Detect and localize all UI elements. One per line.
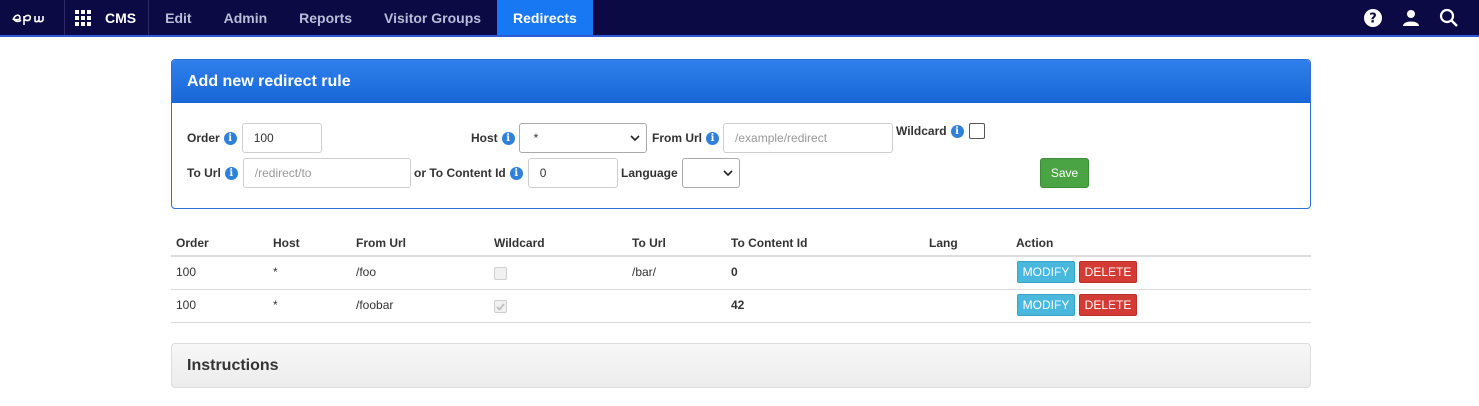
- to-url-info-icon[interactable]: i: [224, 166, 238, 180]
- host-select[interactable]: *: [518, 123, 647, 153]
- to-content-label: or To Content Id: [414, 166, 506, 180]
- header-to-content-id: To Content Id: [731, 236, 808, 250]
- header-host: Host: [273, 236, 300, 250]
- instructions-title: Instructions: [187, 356, 279, 374]
- episerver-logo[interactable]: [0, 0, 65, 35]
- wildcard-checkbox-disabled: [494, 267, 507, 280]
- header-wildcard: Wildcard: [494, 236, 545, 250]
- wildcard-checkbox-checked-disabled: [494, 300, 507, 313]
- cell-from-url: /foo: [356, 265, 377, 279]
- header-action: Action: [1016, 236, 1054, 250]
- cms-label: CMS: [105, 9, 137, 26]
- cell-action: MODIFY DELETE: [1017, 290, 1137, 322]
- modify-button[interactable]: MODIFY: [1017, 261, 1075, 283]
- cell-order: 100: [176, 298, 197, 312]
- wildcard-checkbox[interactable]: [968, 123, 985, 139]
- table-header-row: Order Host From Url Wildcard To Url To C…: [171, 228, 1311, 257]
- header-to-url: To Url: [632, 236, 666, 250]
- chevron-down-icon: [723, 170, 733, 176]
- cell-from-url: /foobar: [356, 298, 394, 312]
- chevron-down-icon: [630, 135, 640, 141]
- from-url-input[interactable]: /example/redirect: [723, 123, 894, 153]
- wildcard-info-icon[interactable]: i: [950, 124, 964, 138]
- language-select[interactable]: [681, 158, 740, 188]
- top-navigation: CMS Edit Admin Reports Visitor Groups Re…: [0, 0, 1479, 37]
- header-lang: Lang: [929, 236, 958, 250]
- nav-item-reports[interactable]: Reports: [283, 0, 368, 35]
- table-row: 100 * /foo /bar/ 0 MODIFY DELETE: [171, 257, 1311, 290]
- from-url-label: From Url: [652, 131, 703, 145]
- order-label: Order: [187, 131, 220, 145]
- table-row: 100 * /foobar 42 MODIFY DELETE: [171, 290, 1311, 323]
- to-content-field-group: or To Content Id i 0: [414, 158, 618, 188]
- cell-to-url: /bar/: [632, 265, 657, 279]
- cell-wildcard: [494, 290, 507, 322]
- cell-host: *: [273, 298, 278, 312]
- user-icon[interactable]: [1401, 8, 1421, 28]
- checkmark-icon: [496, 302, 505, 311]
- to-url-field-group: To Url i /redirect/to: [187, 158, 411, 188]
- wildcard-label: Wildcard: [896, 124, 947, 138]
- wildcard-field-group: Wildcard i: [896, 123, 985, 139]
- from-url-info-icon[interactable]: i: [706, 131, 720, 145]
- modify-button[interactable]: MODIFY: [1017, 294, 1075, 316]
- nav-item-redirects[interactable]: Redirects: [497, 0, 593, 35]
- panel-title: Add new redirect rule: [172, 60, 1310, 103]
- help-icon[interactable]: ?: [1363, 8, 1383, 28]
- delete-button[interactable]: DELETE: [1079, 261, 1137, 283]
- redirects-table: Order Host From Url Wildcard To Url To C…: [171, 228, 1311, 323]
- nav-item-edit[interactable]: Edit: [149, 0, 207, 35]
- order-info-icon[interactable]: i: [223, 131, 237, 145]
- svg-text:?: ?: [1369, 11, 1377, 26]
- instructions-panel[interactable]: Instructions: [171, 343, 1311, 388]
- order-field-group: Order i 100: [187, 123, 322, 153]
- cell-action: MODIFY DELETE: [1017, 257, 1137, 289]
- nav-item-visitor-groups[interactable]: Visitor Groups: [368, 0, 497, 35]
- host-selected-value: *: [533, 131, 539, 145]
- from-url-field-group: From Url i /example/redirect: [652, 123, 894, 153]
- epi-logo-icon: [12, 13, 44, 25]
- cell-wildcard: [494, 257, 507, 289]
- host-field-group: Host i *: [471, 123, 647, 153]
- search-icon[interactable]: [1439, 8, 1459, 28]
- header-order: Order: [176, 236, 209, 250]
- cell-host: *: [273, 265, 278, 279]
- cell-order: 100: [176, 265, 197, 279]
- to-url-input[interactable]: /redirect/to: [242, 158, 411, 188]
- save-button[interactable]: Save: [1040, 158, 1089, 188]
- delete-button[interactable]: DELETE: [1079, 294, 1137, 316]
- cell-to-content-id: 0: [731, 265, 738, 279]
- header-from-url: From Url: [356, 236, 407, 250]
- to-content-info-icon[interactable]: i: [509, 166, 523, 180]
- cell-to-content-id: 42: [731, 298, 745, 312]
- nav-right-tools: ?: [1363, 0, 1479, 35]
- to-url-label: To Url: [187, 166, 221, 180]
- add-redirect-panel: Add new redirect rule Order i 100 Host i…: [171, 59, 1311, 209]
- to-content-input[interactable]: 0: [527, 158, 618, 188]
- order-input[interactable]: 100: [241, 123, 322, 153]
- nav-item-admin[interactable]: Admin: [208, 0, 284, 35]
- language-label: Language: [621, 166, 678, 180]
- host-info-icon[interactable]: i: [501, 131, 515, 145]
- app-grid-icon[interactable]: [75, 9, 91, 26]
- cms-menu[interactable]: CMS: [65, 0, 150, 35]
- language-field-group: Language: [621, 158, 740, 188]
- host-label: Host: [471, 131, 498, 145]
